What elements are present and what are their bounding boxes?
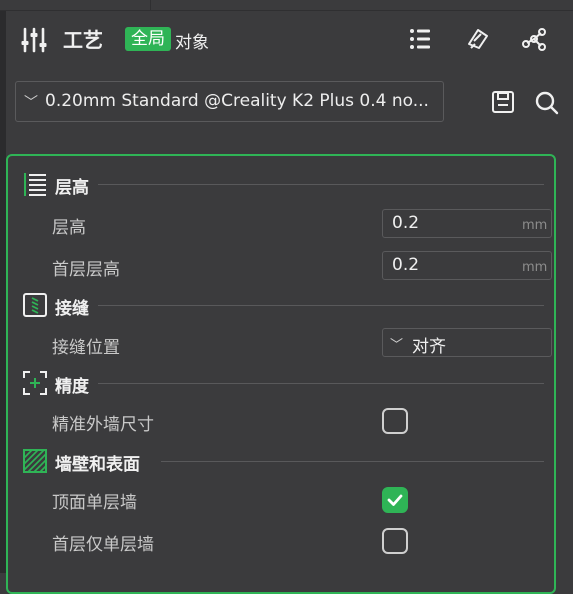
top-divider	[0, 0, 573, 11]
panel-title: 工艺	[63, 28, 103, 52]
chevron-down-icon: ﹀	[390, 338, 404, 353]
layer-height-label: 层高	[52, 218, 86, 238]
precise-wall-checkbox[interactable]	[382, 408, 408, 434]
preset-value: 0.20mm Standard @Creality K2 Plus 0.4 no…	[45, 91, 429, 111]
seam-position-label: 接缝位置	[52, 338, 120, 358]
first-layer-height-unit: mm	[522, 260, 548, 275]
layer-height-icon	[22, 171, 46, 196]
save-icon[interactable]	[491, 90, 517, 116]
layer-height-value: 0.2	[392, 213, 420, 233]
seam-position-select[interactable]: ﹀ 对齐	[382, 328, 552, 357]
seam-icon	[22, 292, 47, 317]
list-icon[interactable]	[407, 26, 433, 52]
top-single-wall-label: 顶面单层墙	[52, 493, 137, 513]
precision-icon	[22, 370, 47, 395]
first-layer-single-wall-checkbox[interactable]	[382, 528, 408, 554]
compare-icon[interactable]	[465, 26, 491, 52]
preset-dropdown[interactable]: ﹀ 0.20mm Standard @Creality K2 Plus 0.4 …	[15, 81, 444, 122]
section-title-seam: 接缝	[55, 299, 89, 319]
layer-height-input[interactable]: 0.2 mm	[382, 209, 552, 238]
search-icon[interactable]	[534, 90, 560, 116]
section-title-walls: 墙壁和表面	[55, 455, 140, 475]
seam-position-value: 对齐	[412, 337, 446, 357]
precise-wall-label: 精准外墙尺寸	[52, 415, 154, 435]
first-layer-single-wall-label: 首层仅单层墙	[52, 535, 154, 555]
first-layer-height-label: 首层层高	[52, 260, 120, 280]
chevron-down-icon: ﹀	[24, 95, 38, 111]
first-layer-height-input[interactable]: 0.2 mm	[382, 251, 552, 280]
section-divider	[98, 305, 544, 306]
top-single-wall-checkbox[interactable]	[382, 487, 408, 513]
process-settings-icon	[20, 26, 48, 54]
layer-height-unit: mm	[522, 218, 548, 233]
first-layer-height-value: 0.2	[392, 255, 420, 275]
network-icon[interactable]	[521, 26, 547, 52]
walls-surfaces-icon	[22, 448, 47, 473]
scope-object-toggle[interactable]: 对象	[175, 28, 209, 53]
section-title-precision: 精度	[55, 377, 89, 397]
scope-global-toggle[interactable]: 全局	[125, 27, 171, 51]
section-divider	[161, 461, 544, 462]
section-title-layer-height: 层高	[55, 178, 89, 198]
checkmark-icon	[387, 494, 403, 506]
section-divider	[98, 184, 544, 185]
section-divider	[98, 383, 544, 384]
